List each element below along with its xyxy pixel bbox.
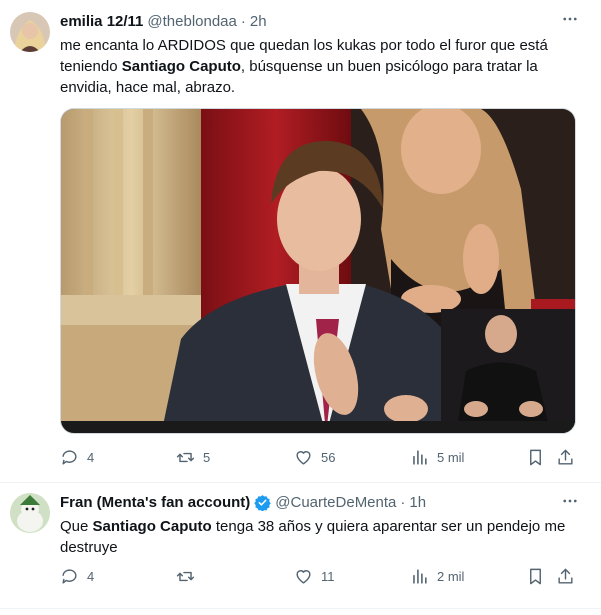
views-count: 2 mil — [437, 569, 465, 584]
tweet-actions: 4 11 2 mil — [60, 567, 580, 591]
more-options-icon[interactable] — [561, 492, 579, 515]
verified-badge-icon — [254, 494, 271, 512]
reply-icon — [62, 450, 77, 465]
tweet[interactable]: Fran (Menta's fan account) @CuarteDeMent… — [0, 483, 601, 609]
timestamp[interactable]: 2h — [250, 13, 267, 30]
separator-dot: · — [400, 494, 406, 511]
repost-button[interactable]: 5 — [176, 448, 210, 467]
bookmark-icon — [530, 568, 541, 585]
views-icon — [413, 450, 427, 465]
tweet[interactable]: emilia 12/11 @theblondaa · 2h me encanta… — [0, 0, 601, 483]
like-button[interactable]: 56 — [294, 448, 335, 467]
repost-icon — [176, 571, 195, 582]
more-options-icon[interactable] — [561, 10, 579, 33]
tweet-text: Que Santiago Caputo tenga 38 años y quie… — [60, 516, 580, 558]
share-button[interactable] — [556, 448, 575, 467]
repost-count: 5 — [203, 450, 211, 465]
repost-icon — [176, 452, 195, 463]
views-icon — [413, 569, 427, 584]
bookmark-button[interactable] — [526, 567, 545, 586]
views-button[interactable]: 5 mil — [410, 448, 464, 467]
views-button[interactable]: 2 mil — [410, 567, 464, 586]
reply-button[interactable]: 4 — [60, 567, 94, 586]
bookmark-button[interactable] — [526, 448, 545, 467]
heart-icon — [296, 570, 311, 584]
tweet-photo[interactable] — [60, 108, 576, 434]
highlighted-name: Santiago Caputo — [92, 518, 212, 535]
user-handle[interactable]: @theblondaa — [147, 13, 236, 30]
avatar[interactable] — [10, 12, 50, 52]
avatar[interactable] — [10, 493, 50, 533]
like-count: 56 — [321, 450, 336, 465]
tweet-actions: 4 5 56 5 mil — [60, 448, 580, 472]
timestamp[interactable]: 1h — [409, 494, 426, 511]
reply-count: 4 — [87, 450, 95, 465]
views-count: 5 mil — [437, 450, 465, 465]
display-name[interactable]: emilia 12/11 — [60, 13, 143, 30]
separator-dot: · — [240, 13, 246, 30]
repost-button[interactable] — [176, 567, 203, 586]
reply-count: 4 — [87, 569, 95, 584]
share-icon — [558, 449, 573, 465]
share-icon — [558, 568, 573, 584]
reply-icon — [62, 569, 77, 584]
reply-button[interactable]: 4 — [60, 448, 94, 467]
user-handle[interactable]: @CuarteDeMenta — [275, 494, 396, 511]
display-name[interactable]: Fran (Menta's fan account) — [60, 494, 250, 511]
share-button[interactable] — [556, 567, 575, 586]
text-segment: Que — [60, 518, 93, 535]
bookmark-icon — [530, 449, 541, 466]
like-button[interactable]: 11 — [294, 567, 335, 586]
like-count: 11 — [321, 569, 335, 584]
tweet-text: me encanta lo ARDIDOS que quedan los kuk… — [60, 35, 580, 98]
highlighted-name: Santiago Caputo — [121, 58, 241, 75]
heart-icon — [296, 451, 311, 465]
